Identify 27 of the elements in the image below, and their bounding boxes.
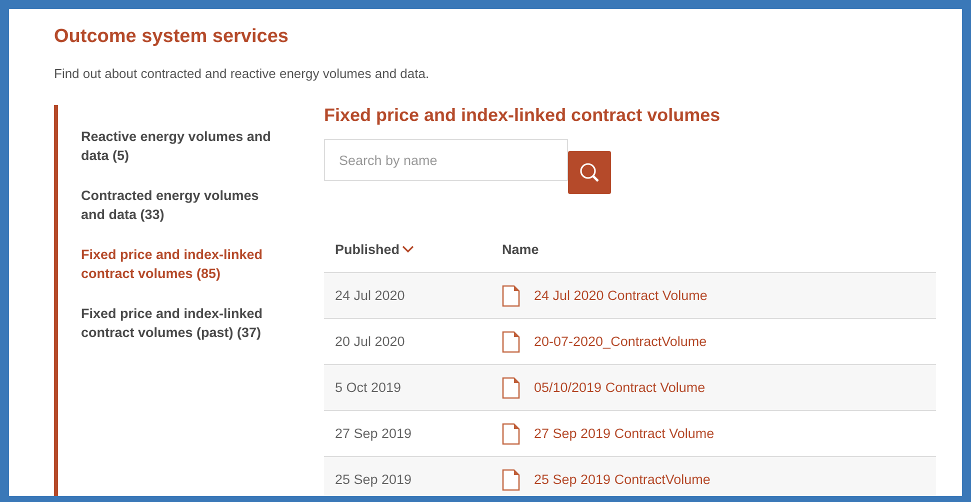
document-link[interactable]: 24 Jul 2020 Contract Volume (534, 288, 708, 303)
document-link[interactable]: 25 Sep 2019 ContractVolume (534, 472, 710, 487)
search-button[interactable] (568, 151, 611, 194)
date-text: 25 Sep 2019 (335, 472, 412, 487)
date-text: 5 Oct 2019 (335, 380, 402, 395)
document-icon (502, 330, 520, 352)
column-header[interactable]: Published (335, 242, 414, 256)
page-title: Outcome system services (54, 26, 290, 49)
page-description: Find out about contracted and reactive energy volumes and data. (54, 66, 430, 81)
date-text: 27 Sep 2019 (335, 426, 412, 441)
document-link[interactable]: 20-07-2020_ContractVolume (534, 334, 707, 349)
document-link[interactable]: 27 Sep 2019 Contract Volume (534, 426, 714, 441)
sidebar-item[interactable]: Fixed price and index-linked contract volumes (85) (81, 245, 286, 283)
sidebar-item[interactable]: Reactive energy volumes and data (5) (81, 127, 286, 165)
search-icon (578, 162, 600, 184)
column-header[interactable]: Name (502, 242, 539, 256)
document-link[interactable]: 05/10/2019 Contract Volume (534, 380, 706, 395)
document-icon (502, 422, 520, 444)
date-text: 24 Jul 2020 (335, 288, 405, 303)
section-heading: Fixed price and index-linked contract volumes (324, 105, 722, 126)
date-text: 20 Jul 2020 (335, 334, 405, 349)
document-icon (502, 468, 520, 490)
sidebar-item[interactable]: Contracted energy volumes and data (33) (81, 186, 286, 224)
search-field[interactable]: Search by name (324, 139, 568, 181)
sidebar-item[interactable]: Fixed price and index-linked contract volumes (past) (37) (81, 304, 286, 342)
document-icon (502, 376, 520, 398)
document-icon (502, 284, 520, 306)
